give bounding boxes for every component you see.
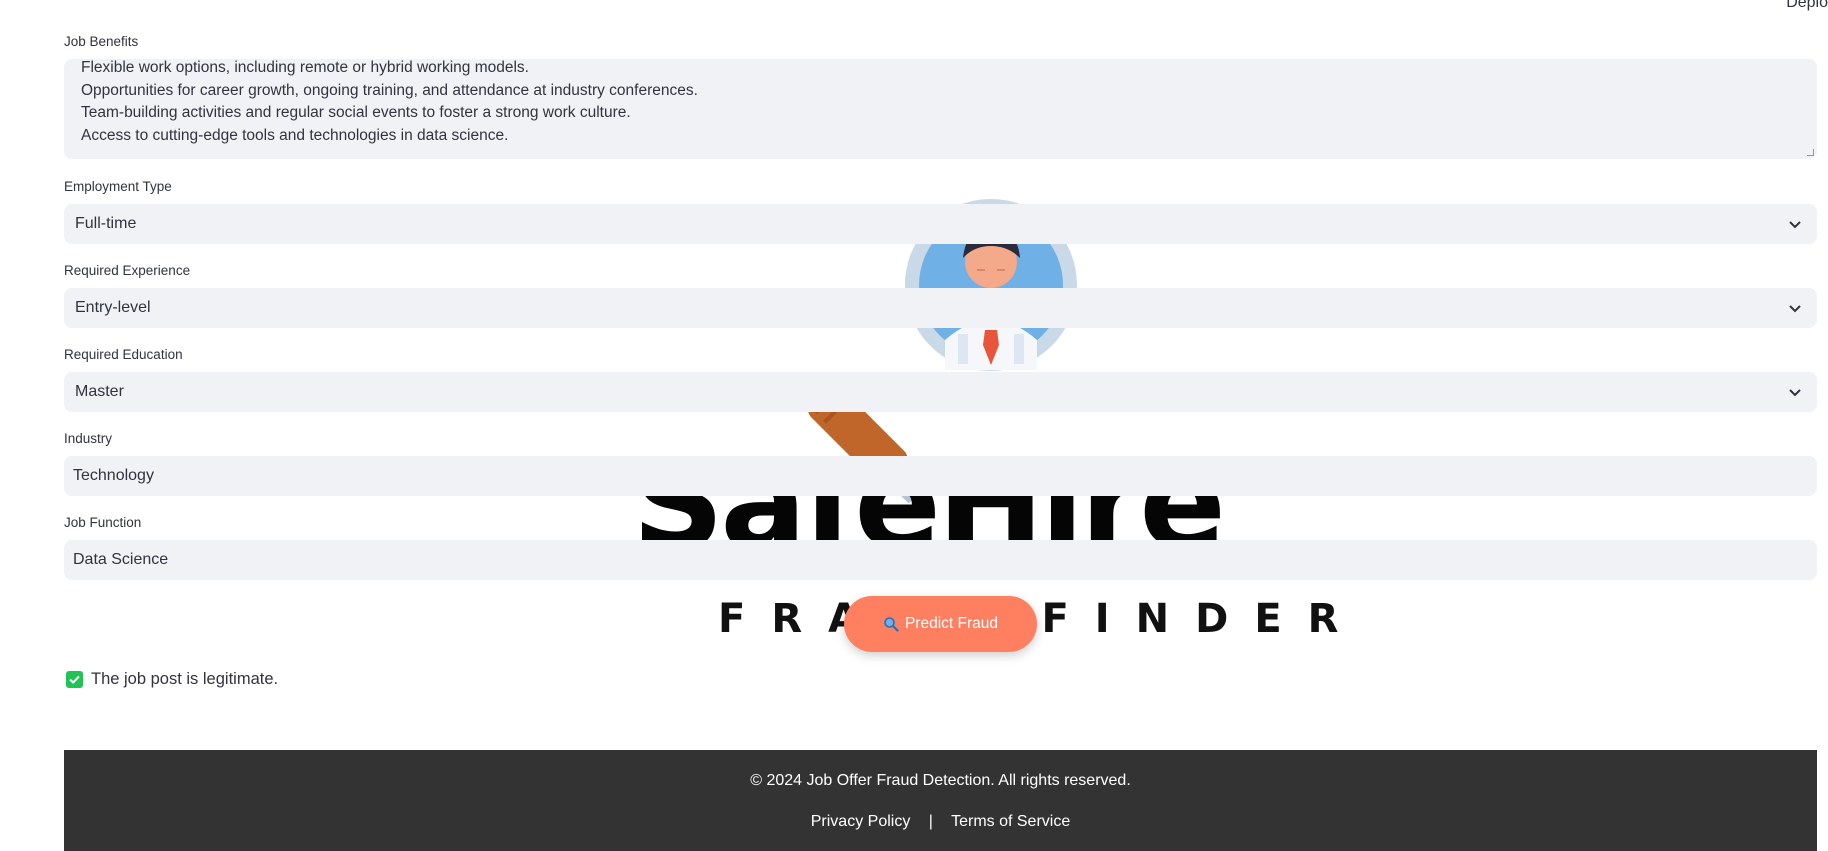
predict-fraud-label: Predict Fraud [904, 615, 999, 632]
resize-handle[interactable] [1807, 149, 1814, 156]
industry-input[interactable]: Technology [64, 456, 1817, 496]
chevron-down-icon [1789, 389, 1801, 397]
employment-type-label: Employment Type [64, 179, 172, 194]
job-benefits-line: Access to cutting-edge tools and technol… [81, 126, 509, 144]
required-experience-value: Entry-level [75, 299, 151, 316]
employment-type-value: Full-time [75, 215, 137, 232]
privacy-policy-link[interactable]: Privacy Policy [811, 813, 911, 830]
footer: © 2024 Job Offer Fraud Detection. All ri… [64, 750, 1817, 851]
job-benefits-label: Job Benefits [64, 34, 139, 49]
job-benefits-textarea[interactable]: Flexible work options, including remote … [64, 59, 1817, 159]
industry-value: Technology [73, 467, 154, 484]
footer-links: Privacy Policy | Terms of Service [64, 813, 1817, 831]
job-benefits-line: Opportunities for career growth, ongoing… [81, 81, 698, 99]
industry-label: Industry [64, 431, 113, 446]
magnifier-icon [884, 617, 899, 632]
employment-type-select[interactable]: Full-time [64, 204, 1817, 244]
brand-tagline: FRAUD FINDER [718, 596, 1365, 642]
required-experience-label: Required Experience [64, 263, 191, 278]
job-function-input[interactable]: Data Science [64, 540, 1817, 580]
predict-fraud-button[interactable]: Predict Fraud [844, 596, 1037, 652]
result-row: The job post is legitimate. [66, 670, 278, 689]
job-benefits-line: Team-building activities and regular soc… [81, 104, 631, 121]
chevron-down-icon [1789, 221, 1801, 229]
result-message: The job post is legitimate. [91, 670, 279, 688]
footer-separator: | [928, 813, 933, 830]
footer-copyright: © 2024 Job Offer Fraud Detection. All ri… [750, 772, 1131, 789]
terms-of-service-link[interactable]: Terms of Service [951, 813, 1070, 830]
required-education-label: Required Education [64, 347, 183, 362]
job-benefits-line: Flexible work options, including remote … [81, 59, 529, 76]
check-icon [66, 671, 83, 688]
required-education-select[interactable]: Master [64, 372, 1817, 412]
required-education-value: Master [75, 383, 124, 400]
job-function-value: Data Science [73, 551, 169, 568]
chevron-down-icon [1789, 305, 1801, 313]
job-function-label: Job Function [64, 515, 142, 530]
required-experience-select[interactable]: Entry-level [64, 288, 1817, 328]
